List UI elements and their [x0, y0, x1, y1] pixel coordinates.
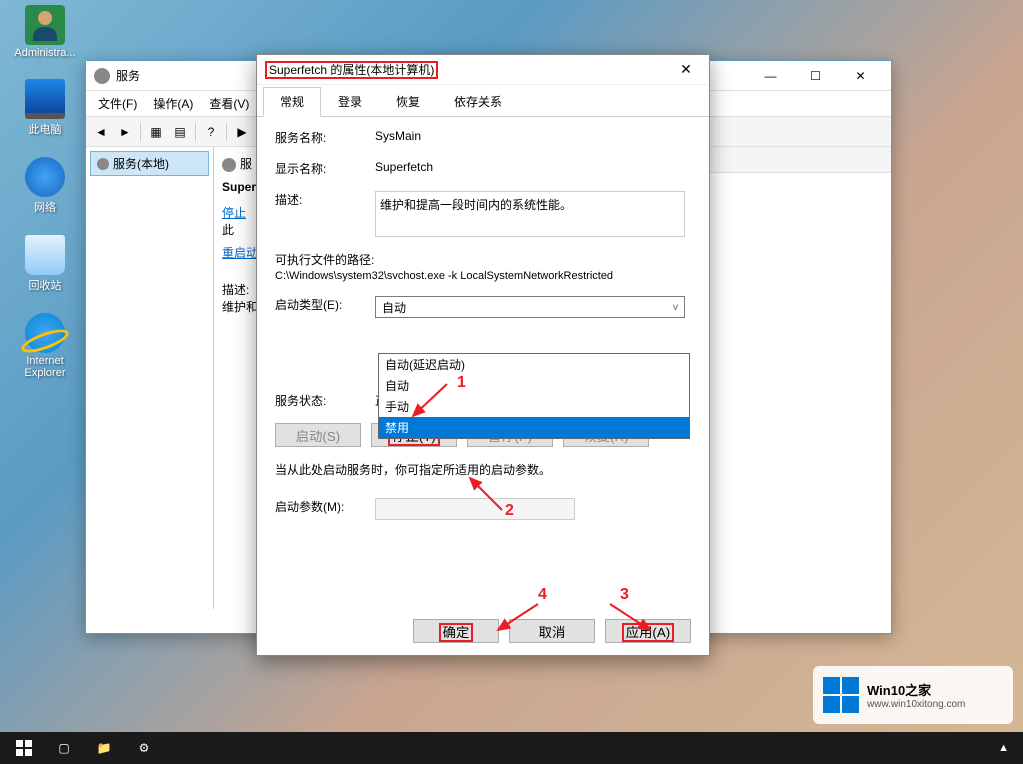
- minimize-button[interactable]: —: [748, 62, 793, 90]
- label-display-name: 显示名称:: [275, 160, 375, 177]
- taskbar: ▢ 📁 ⚙ ▲: [0, 732, 1023, 764]
- watermark-title: Win10之家: [867, 680, 965, 699]
- ie-icon: [25, 313, 65, 353]
- apply-button[interactable]: 应用(A): [605, 619, 691, 643]
- desktop-icon-recycle[interactable]: 回收站: [10, 235, 80, 293]
- tab-strip: 常规 登录 恢复 依存关系: [257, 85, 709, 117]
- list-button[interactable]: ▤: [169, 121, 191, 143]
- close-button[interactable]: ✕: [671, 61, 701, 78]
- startup-type-combobox[interactable]: 自动: [375, 296, 685, 318]
- forward-button[interactable]: ►: [114, 121, 136, 143]
- option-manual[interactable]: 手动: [379, 396, 689, 417]
- label-exec-path: 可执行文件的路径:: [275, 251, 691, 268]
- view-button[interactable]: ▦: [145, 121, 167, 143]
- start-button[interactable]: [4, 732, 44, 764]
- startup-type-dropdown[interactable]: 自动(延迟启动) 自动 手动 禁用: [378, 353, 690, 439]
- ok-button[interactable]: 确定: [413, 619, 499, 643]
- maximize-button[interactable]: ☐: [793, 62, 838, 90]
- option-disabled[interactable]: 禁用: [379, 417, 689, 438]
- cancel-button[interactable]: 取消: [509, 619, 595, 643]
- back-button[interactable]: ◄: [90, 121, 112, 143]
- close-button[interactable]: ✕: [838, 62, 883, 90]
- desktop-icon-ie[interactable]: Internet Explorer: [10, 313, 80, 379]
- menu-action[interactable]: 操作(A): [147, 93, 199, 114]
- icon-label: 回收站: [10, 277, 80, 293]
- dialog-title: Superfetch 的属性(本地计算机): [265, 61, 438, 79]
- recycle-bin-icon: [25, 235, 65, 275]
- play-button[interactable]: ▶: [231, 121, 253, 143]
- tab-recovery[interactable]: 恢复: [379, 87, 437, 116]
- option-auto-delayed[interactable]: 自动(延迟启动): [379, 354, 689, 375]
- desktop-icon-thispc[interactable]: 此电脑: [10, 79, 80, 137]
- label-description: 描述:: [275, 191, 375, 237]
- hint-text: 当从此处启动服务时，你可指定所适用的启动参数。: [275, 461, 691, 478]
- watermark: Win10之家 www.win10xitong.com: [813, 666, 1013, 724]
- desktop-icon-network[interactable]: 网络: [10, 157, 80, 215]
- dialog-buttons: 确定 取消 应用(A): [413, 619, 691, 643]
- system-tray[interactable]: ▲: [998, 742, 1019, 754]
- label-startup-type: 启动类型(E):: [275, 296, 375, 318]
- label-startup-params: 启动参数(M):: [275, 498, 375, 520]
- file-explorer-button[interactable]: 📁: [84, 732, 124, 764]
- description-box[interactable]: 维护和提高一段时间内的系统性能。: [375, 191, 685, 237]
- icon-label: 网络: [10, 199, 80, 215]
- tree-node-services[interactable]: 服务(本地): [90, 151, 209, 176]
- windows-icon: [16, 740, 32, 756]
- icon-label: Internet Explorer: [10, 355, 80, 379]
- gear-icon: [97, 158, 109, 170]
- value-display-name: Superfetch: [375, 160, 691, 177]
- desktop-icon-admin[interactable]: Administra...: [10, 5, 80, 59]
- startup-params-input: [375, 498, 575, 520]
- settings-button[interactable]: ⚙: [124, 732, 164, 764]
- window-controls: — ☐ ✕: [748, 62, 883, 90]
- menu-view[interactable]: 查看(V): [203, 93, 255, 114]
- help-button[interactable]: ?: [200, 121, 222, 143]
- value-exec-path: C:\Windows\system32\svchost.exe -k Local…: [275, 270, 691, 282]
- gear-icon: [94, 68, 110, 84]
- icon-label: Administra...: [10, 47, 80, 59]
- user-icon: [25, 5, 65, 45]
- menu-file[interactable]: 文件(F): [92, 93, 143, 114]
- start-button: 启动(S): [275, 423, 361, 447]
- windows-logo-icon: [823, 677, 859, 713]
- watermark-url: www.win10xitong.com: [867, 699, 965, 710]
- tab-logon[interactable]: 登录: [321, 87, 379, 116]
- monitor-icon: [25, 79, 65, 119]
- tab-dependencies[interactable]: 依存关系: [437, 87, 519, 116]
- globe-icon: [25, 157, 65, 197]
- gear-icon: [222, 158, 236, 172]
- icon-label: 此电脑: [10, 121, 80, 137]
- tree-panel: 服务(本地): [86, 147, 214, 609]
- tray-icon[interactable]: ▲: [998, 742, 1009, 754]
- task-view-button[interactable]: ▢: [44, 732, 84, 764]
- dialog-body: 服务名称: SysMain 显示名称: Superfetch 描述: 维护和提高…: [257, 117, 709, 546]
- dialog-titlebar[interactable]: Superfetch 的属性(本地计算机) ✕: [257, 55, 709, 85]
- label-service-name: 服务名称:: [275, 129, 375, 146]
- tab-general[interactable]: 常规: [263, 87, 321, 117]
- option-auto[interactable]: 自动: [379, 375, 689, 396]
- label-service-status: 服务状态:: [275, 392, 375, 409]
- desktop-icons: Administra... 此电脑 网络 回收站 Internet Explor…: [10, 5, 80, 399]
- value-service-name: SysMain: [375, 129, 691, 146]
